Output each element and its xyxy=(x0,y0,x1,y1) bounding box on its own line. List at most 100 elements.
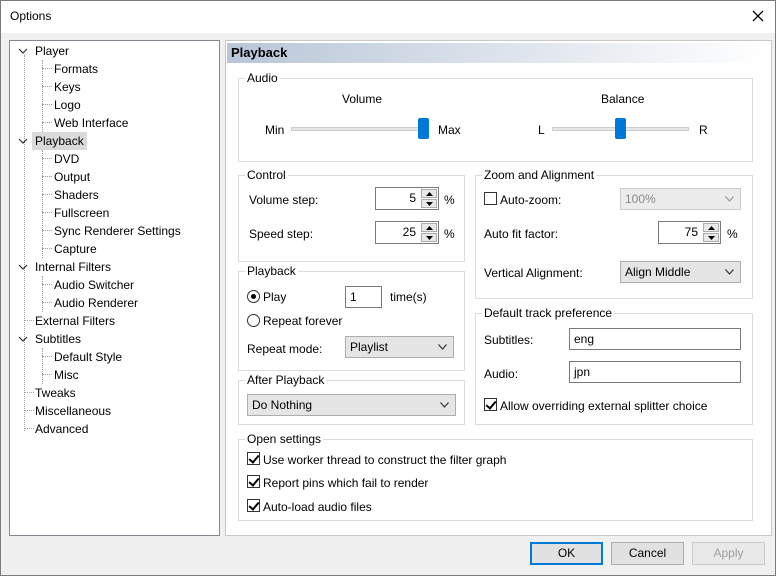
subtitles-label: Subtitles: xyxy=(484,333,534,347)
tree-item-advanced[interactable]: Advanced xyxy=(32,420,91,438)
tree-item-external-filters[interactable]: External Filters xyxy=(32,312,118,330)
title-bar xyxy=(1,1,775,33)
repeat-mode-select[interactable]: Playlist xyxy=(345,336,454,358)
balance-slider-thumb[interactable] xyxy=(615,118,626,139)
caret-up-icon xyxy=(425,225,433,230)
tree-item-internal-filters[interactable]: Internal Filters xyxy=(32,258,114,276)
volume-slider-track[interactable] xyxy=(291,127,428,131)
chevron-down-icon xyxy=(440,402,449,408)
tree-item-formats[interactable]: Formats xyxy=(51,60,101,78)
spin-up-button[interactable] xyxy=(421,189,437,198)
volume-step-unit: % xyxy=(444,193,455,207)
tree-item-shaders[interactable]: Shaders xyxy=(51,186,102,204)
speed-step-value: 25 xyxy=(402,225,416,239)
spin-up-button[interactable] xyxy=(421,223,437,232)
allow-override-checkbox[interactable] xyxy=(484,398,497,411)
repeat-mode-value: Playlist xyxy=(350,340,389,354)
tree-item-playback[interactable]: Playback xyxy=(32,132,87,150)
chevron-down-icon xyxy=(725,196,734,202)
allow-override-label: Allow overriding external splitter choic… xyxy=(500,399,708,413)
tree-item-sync-renderer-settings[interactable]: Sync Renderer Settings xyxy=(51,222,184,240)
spin-down-button[interactable] xyxy=(421,199,437,208)
chevron-down-icon[interactable] xyxy=(18,262,28,272)
balance-label: Balance xyxy=(601,92,645,106)
volume-step-spinner[interactable]: 5 xyxy=(375,187,439,210)
auto-zoom-select[interactable]: 100% xyxy=(620,188,741,210)
auto-zoom-label: Auto-zoom: xyxy=(500,193,562,207)
chevron-down-icon[interactable] xyxy=(18,334,28,344)
repeat-forever-radio[interactable] xyxy=(247,314,260,327)
caret-down-icon xyxy=(425,235,433,240)
auto-zoom-checkbox[interactable] xyxy=(484,192,497,205)
tree-item-output[interactable]: Output xyxy=(51,168,93,186)
tree-item-web-interface[interactable]: Web Interface xyxy=(51,114,131,132)
vertical-alignment-label: Vertical Alignment: xyxy=(484,266,583,280)
volume-step-value: 5 xyxy=(409,191,416,205)
speed-step-label: Speed step: xyxy=(249,227,314,241)
tree-item-player[interactable]: Player xyxy=(32,42,72,60)
tree-item-miscellaneous[interactable]: Miscellaneous xyxy=(32,402,114,420)
audio-group-label: Audio xyxy=(245,71,280,85)
track-preference-group-label: Default track preference xyxy=(482,306,615,320)
after-playback-group-label: After Playback xyxy=(245,373,327,387)
ok-button[interactable]: OK xyxy=(530,542,603,565)
chevron-down-icon xyxy=(725,269,734,275)
tree-item-misc[interactable]: Misc xyxy=(51,366,82,384)
audio-language-label: Audio: xyxy=(484,367,519,381)
page-title: Playback xyxy=(227,43,768,63)
audio-language-input[interactable]: jpn xyxy=(569,361,741,383)
close-button[interactable] xyxy=(743,2,773,30)
times-label: time(s) xyxy=(390,290,427,304)
auto-fit-label: Auto fit factor: xyxy=(484,227,559,241)
tree-item-keys[interactable]: Keys xyxy=(51,78,84,96)
playback-group-label: Playback xyxy=(245,264,298,278)
tree-item-audio-switcher[interactable]: Audio Switcher xyxy=(51,276,137,294)
chevron-down-icon[interactable] xyxy=(18,136,28,146)
subtitles-language-input[interactable]: eng xyxy=(569,328,741,350)
play-radio[interactable] xyxy=(247,290,260,303)
spin-up-button[interactable] xyxy=(703,223,719,232)
chevron-down-icon[interactable] xyxy=(18,46,28,56)
balance-right-label: R xyxy=(699,123,708,137)
balance-left-label: L xyxy=(538,123,545,137)
worker-thread-label: Use worker thread to construct the filte… xyxy=(263,453,507,467)
speed-step-unit: % xyxy=(444,227,455,241)
caret-down-icon xyxy=(425,201,433,206)
play-times-input[interactable]: 1 xyxy=(345,286,382,308)
report-pins-label: Report pins which fail to render xyxy=(263,476,429,490)
tree-item-tweaks[interactable]: Tweaks xyxy=(32,384,79,402)
auto-fit-value: 75 xyxy=(684,225,698,239)
spin-down-button[interactable] xyxy=(421,233,437,242)
caret-up-icon xyxy=(425,191,433,196)
options-tree[interactable]: Player Formats Keys Logo Web Interface P… xyxy=(9,40,220,536)
repeat-mode-label: Repeat mode: xyxy=(247,342,323,356)
auto-fit-unit: % xyxy=(727,227,738,241)
after-playback-value: Do Nothing xyxy=(252,398,313,412)
after-playback-select[interactable]: Do Nothing xyxy=(247,394,456,416)
chevron-down-icon xyxy=(438,344,447,350)
volume-slider-thumb[interactable] xyxy=(418,118,429,139)
volume-step-label: Volume step: xyxy=(249,193,319,207)
speed-step-spinner[interactable]: 25 xyxy=(375,221,439,244)
vertical-alignment-select[interactable]: Align Middle xyxy=(620,261,741,283)
tree-item-fullscreen[interactable]: Fullscreen xyxy=(51,204,112,222)
control-group-label: Control xyxy=(245,168,288,182)
worker-thread-checkbox[interactable] xyxy=(247,452,260,465)
report-pins-checkbox[interactable] xyxy=(247,475,260,488)
tree-item-default-style[interactable]: Default Style xyxy=(51,348,125,366)
tree-item-logo[interactable]: Logo xyxy=(51,96,84,114)
tree-item-audio-renderer[interactable]: Audio Renderer xyxy=(51,294,141,312)
autoload-audio-checkbox[interactable] xyxy=(247,499,260,512)
caret-down-icon xyxy=(707,235,715,240)
apply-button[interactable]: Apply xyxy=(692,542,765,565)
tree-item-capture[interactable]: Capture xyxy=(51,240,100,258)
auto-fit-spinner[interactable]: 75 xyxy=(658,221,721,244)
vertical-alignment-value: Align Middle xyxy=(625,265,691,279)
tree-item-dvd[interactable]: DVD xyxy=(51,150,82,168)
caret-up-icon xyxy=(707,225,715,230)
tree-item-subtitles[interactable]: Subtitles xyxy=(32,330,84,348)
spin-down-button[interactable] xyxy=(703,233,719,242)
cancel-button[interactable]: Cancel xyxy=(611,542,684,565)
window-title: Options xyxy=(10,9,52,23)
volume-max-label: Max xyxy=(438,123,461,137)
